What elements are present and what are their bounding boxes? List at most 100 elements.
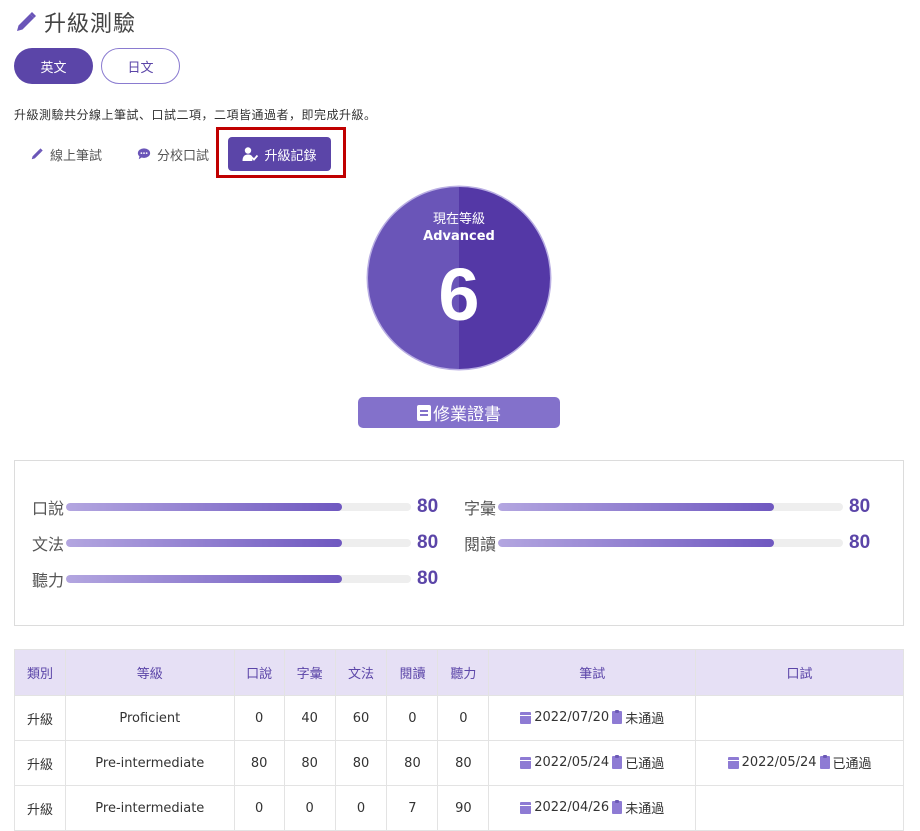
cell-oral: 2022/05/24 已通過 (695, 740, 904, 786)
cell-category: 升級 (14, 740, 66, 786)
cell-grammar: 60 (334, 695, 388, 741)
written-status: 未通過 (625, 802, 665, 818)
score-bar-fill (66, 575, 342, 583)
calendar-icon (520, 756, 532, 769)
cell-written: 2022/07/20 未通過 (488, 695, 697, 741)
calendar-icon (727, 756, 739, 769)
tab-online-written-test[interactable]: 線上筆試 (30, 144, 102, 164)
column-header: 閱讀 (386, 649, 439, 696)
tab-upgrade-record[interactable]: 升級記錄 (228, 137, 331, 171)
cell-level: Pre-intermediate (64, 740, 235, 786)
pencil-icon (17, 12, 36, 31)
level-label: 現在等級 (432, 212, 485, 227)
cell-reading: 80 (386, 740, 439, 786)
column-header: 筆試 (488, 649, 697, 696)
score-reading: 閱讀 80 (464, 531, 870, 555)
score-bar (66, 539, 411, 547)
cell-reading: 7 (386, 785, 439, 831)
table-header-row: 類別 等級 口說 字彙 文法 閱讀 聽力 筆試 口試 (14, 649, 904, 696)
table-row: 升級 Pre-intermediate 80 80 80 80 80 2022/… (14, 740, 904, 786)
score-value: 80 (417, 496, 439, 517)
cell-grammar: 80 (334, 740, 388, 786)
score-bar-fill (66, 503, 342, 511)
tab-label: 升級記錄 (264, 148, 317, 164)
cell-written: 2022/05/24 已通過 (488, 740, 697, 786)
calendar-icon (520, 711, 532, 724)
cell-written: 2022/04/26 未通過 (488, 785, 697, 831)
calendar-icon (520, 801, 532, 814)
cell-listening: 0 (437, 695, 490, 741)
clipboard-icon (612, 710, 623, 725)
written-date: 2022/07/20 (534, 710, 610, 726)
page-title: 升級測驗 (44, 12, 137, 37)
column-header: 文法 (334, 649, 388, 696)
score-grammar: 文法 80 (32, 531, 438, 555)
user-check-icon (242, 147, 259, 161)
cell-reading: 0 (386, 695, 439, 741)
cell-listening: 80 (437, 740, 490, 786)
tab-branch-oral-test[interactable]: 分校口試 (137, 144, 209, 164)
tab-label: 線上筆試 (50, 148, 103, 164)
score-listening: 聽力 80 (32, 567, 438, 591)
tab-japanese[interactable]: 日文 (101, 48, 180, 84)
column-header: 聽力 (437, 649, 490, 696)
clipboard-icon (612, 800, 623, 815)
column-header: 類別 (14, 649, 66, 696)
certificate-button[interactable]: 修業證書 (358, 397, 560, 428)
score-bar-fill (498, 539, 774, 547)
written-status: 未通過 (625, 712, 665, 728)
clipboard-icon (612, 755, 623, 770)
cell-vocab: 0 (283, 785, 336, 831)
upgrade-records-table: 類別 等級 口說 字彙 文法 閱讀 聽力 筆試 口試 升級 Proficient… (14, 649, 904, 831)
cell-vocab: 80 (283, 740, 336, 786)
score-vocabulary: 字彙 80 (464, 495, 870, 519)
cell-level: Proficient (64, 695, 235, 741)
score-bar-fill (66, 539, 342, 547)
description-text: 升級測驗共分線上筆試、口試二項，二項皆通過者，即完成升級。 (14, 108, 377, 122)
written-date: 2022/04/26 (534, 800, 610, 816)
page: 升級測驗 英文 日文 升級測驗共分線上筆試、口試二項，二項皆通過者，即完成升級。… (0, 0, 920, 831)
cell-level: Pre-intermediate (64, 785, 235, 831)
tab-label: 分校口試 (157, 148, 210, 164)
written-date: 2022/05/24 (534, 755, 610, 771)
cell-speaking: 80 (233, 740, 285, 786)
score-value: 80 (417, 532, 439, 553)
score-bar-fill (498, 503, 774, 511)
score-label: 聽力 (32, 571, 65, 590)
score-label: 文法 (32, 535, 65, 554)
clipboard-icon (819, 755, 830, 770)
score-label: 字彙 (464, 499, 497, 518)
table-row: 升級 Proficient 0 40 60 0 0 2022/07/20 未通過 (14, 695, 904, 741)
score-value: 80 (417, 568, 439, 589)
cell-oral (695, 695, 904, 741)
written-status: 已通過 (625, 757, 665, 773)
score-label: 閱讀 (464, 535, 497, 554)
pencil-icon (31, 148, 43, 160)
chat-bubble-icon (137, 148, 151, 160)
column-header: 等級 (64, 649, 235, 696)
document-icon (417, 404, 431, 421)
column-header: 口說 (233, 649, 285, 696)
certificate-label: 修業證書 (433, 405, 501, 425)
score-speaking: 口說 80 (32, 495, 438, 519)
table-row: 升級 Pre-intermediate 0 0 0 7 90 2022/04/2… (14, 785, 904, 831)
cell-vocab: 40 (283, 695, 336, 741)
score-bar (66, 503, 411, 511)
level-name: Advanced (423, 229, 495, 244)
oral-date: 2022/05/24 (741, 755, 817, 771)
score-value: 80 (849, 496, 871, 517)
cell-grammar: 0 (334, 785, 388, 831)
cell-oral (695, 785, 904, 831)
score-label: 口說 (32, 499, 65, 518)
score-bar (498, 503, 843, 511)
tab-english[interactable]: 英文 (14, 48, 93, 84)
score-bar (66, 575, 411, 583)
cell-category: 升級 (14, 695, 66, 741)
cell-speaking: 0 (233, 695, 285, 741)
cell-speaking: 0 (233, 785, 285, 831)
level-number: 6 (438, 253, 480, 336)
cell-category: 升級 (14, 785, 66, 831)
column-header: 口試 (695, 649, 904, 696)
column-header: 字彙 (283, 649, 336, 696)
page-header: 升級測驗 (14, 6, 136, 38)
